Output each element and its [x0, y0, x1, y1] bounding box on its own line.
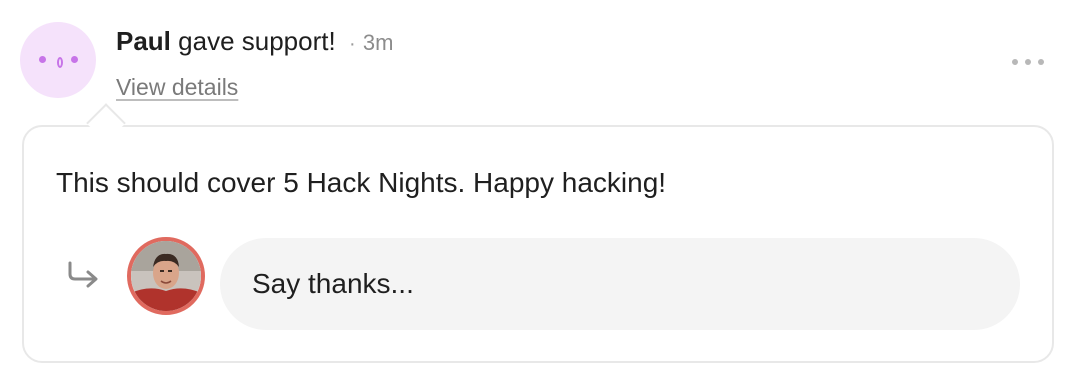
- avatar-mouth: [57, 57, 63, 68]
- sender-name[interactable]: Paul: [116, 26, 171, 56]
- avatar-eye-left: [39, 56, 46, 63]
- support-message: This should cover 5 Hack Nights. Happy h…: [56, 167, 667, 198]
- more-dot: [1012, 59, 1018, 65]
- view-details-link[interactable]: View details: [116, 72, 238, 102]
- avatar-eye-right: [71, 56, 78, 63]
- more-dot: [1025, 59, 1031, 65]
- reply-arrow-icon: [64, 260, 102, 290]
- more-dot: [1038, 59, 1044, 65]
- sender-avatar[interactable]: [20, 22, 96, 98]
- current-user-avatar[interactable]: [127, 237, 205, 315]
- say-thanks-input[interactable]: [220, 238, 1020, 330]
- activity-action: gave support!: [170, 26, 336, 56]
- activity-headline: Paul gave support! · 3m: [116, 24, 393, 61]
- more-options-icon[interactable]: [1012, 52, 1044, 72]
- time-separator: ·: [348, 33, 356, 55]
- time-ago: 3m: [362, 30, 394, 55]
